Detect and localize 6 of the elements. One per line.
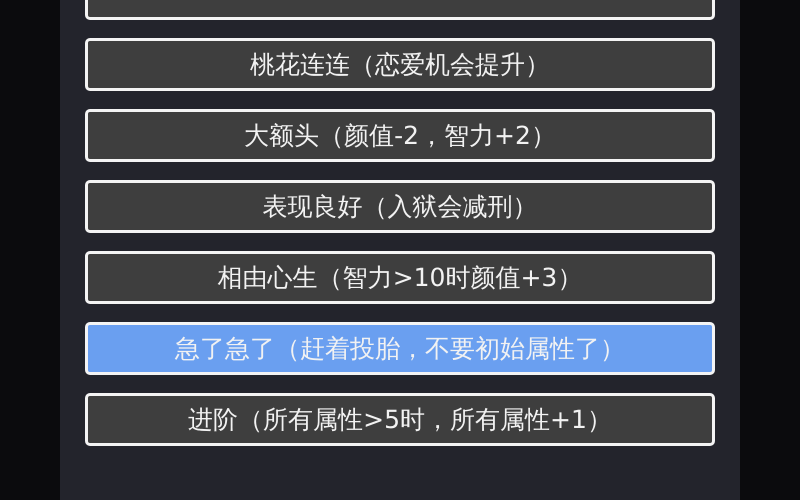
- option-button[interactable]: 桃花连连（恋爱机会提升）: [85, 38, 715, 91]
- option-button[interactable]: 进阶（所有属性>5时，所有属性+1）: [85, 393, 715, 446]
- option-button[interactable]: 表现良好（入狱会减刑）: [85, 180, 715, 233]
- option-button[interactable]: 相由心生（智力>10时颜值+3）: [85, 251, 715, 304]
- option-button[interactable]: [85, 0, 715, 20]
- option-button[interactable]: 大额头（颜值-2，智力+2）: [85, 109, 715, 162]
